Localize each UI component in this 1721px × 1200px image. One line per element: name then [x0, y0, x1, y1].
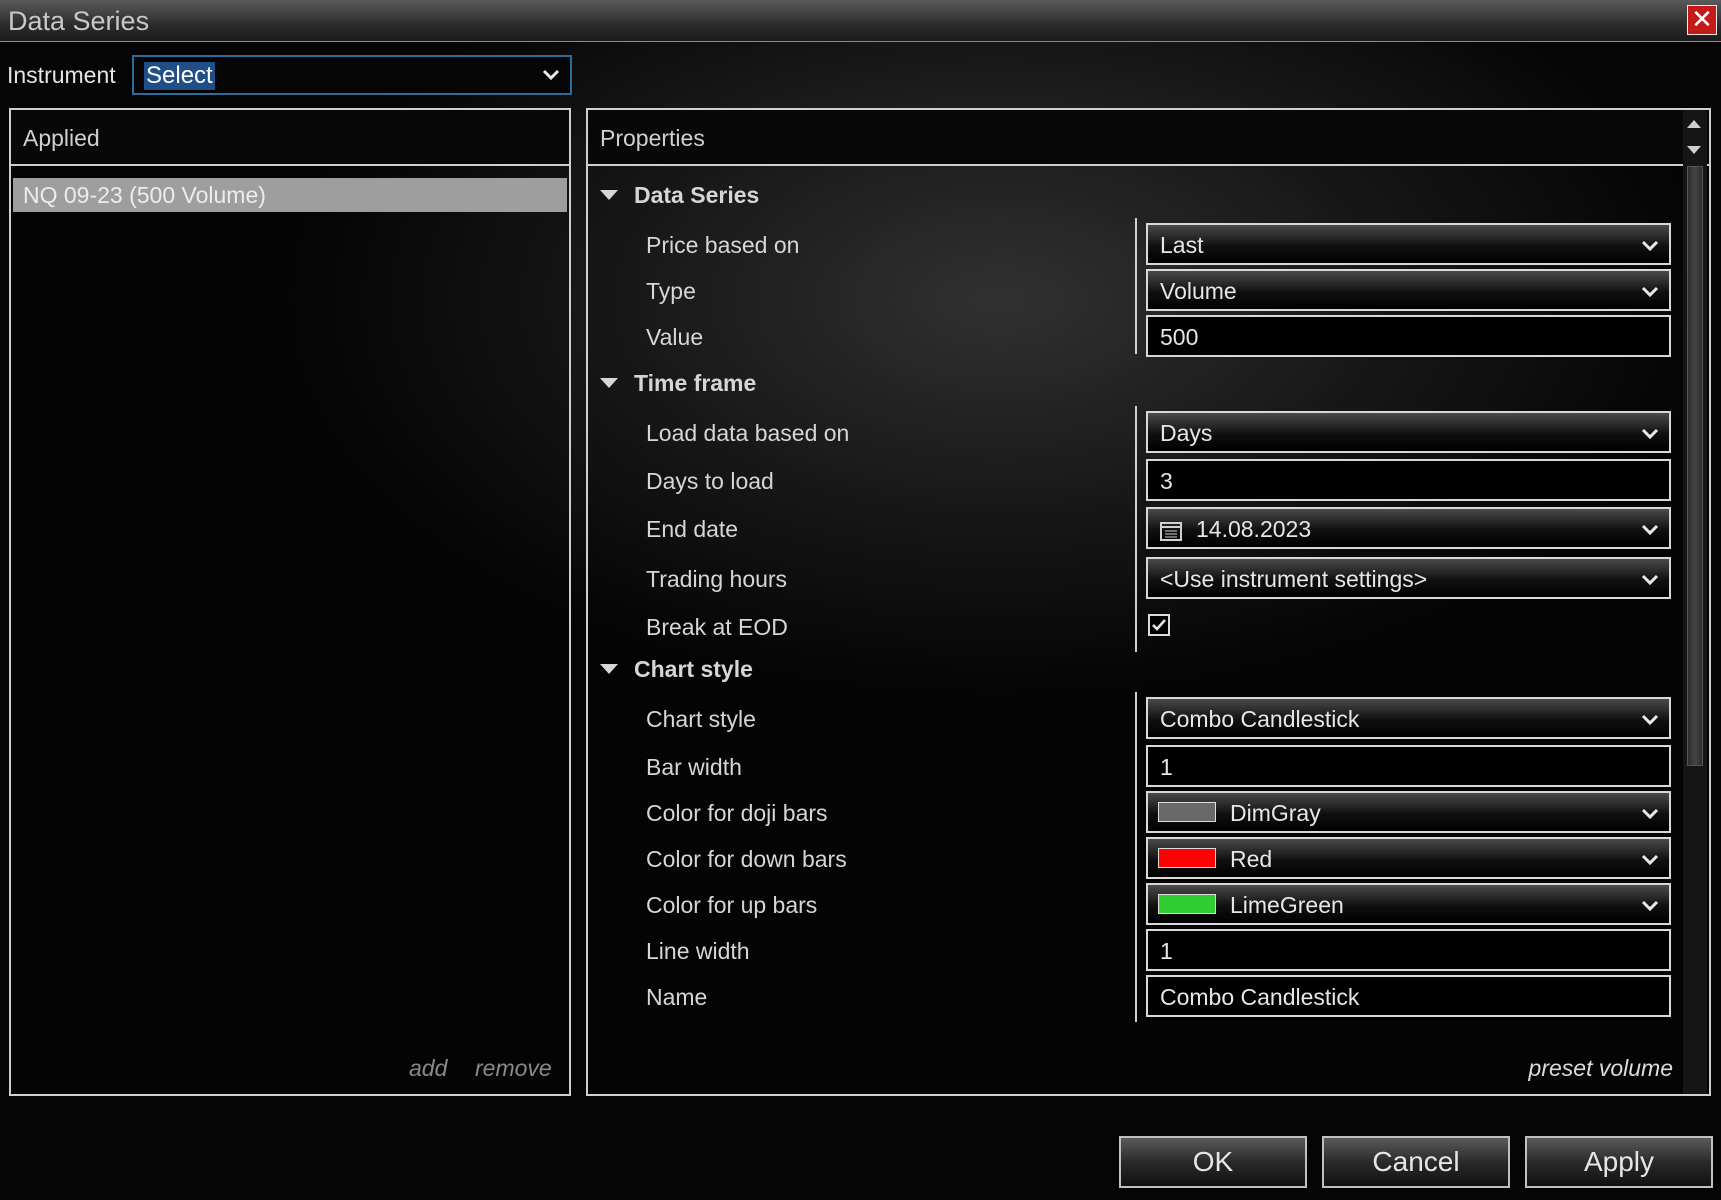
applied-header-label: Applied: [23, 125, 100, 151]
triangle-down-icon: [600, 664, 618, 674]
triangle-down-icon: [600, 378, 618, 388]
add-link[interactable]: add: [409, 1055, 447, 1082]
bar-width-input[interactable]: 1: [1146, 745, 1671, 787]
days-to-load-label: Days to load: [646, 468, 774, 494]
trading-hours-value: <Use instrument settings>: [1160, 566, 1428, 592]
title-bar[interactable]: Data Series ✕: [0, 0, 1721, 42]
trading-hours-select[interactable]: <Use instrument settings>: [1146, 557, 1671, 599]
grid-divider: [1135, 692, 1137, 1022]
apply-button[interactable]: Apply: [1525, 1136, 1713, 1188]
end-date-label: End date: [646, 516, 739, 542]
type-label: Type: [646, 278, 696, 304]
chart-style-value: Combo Candlestick: [1160, 706, 1360, 732]
grid-divider: [1135, 218, 1137, 354]
load-data-based-on-select[interactable]: Days: [1146, 411, 1671, 453]
close-button[interactable]: ✕: [1687, 5, 1717, 35]
chevron-down-icon: [1641, 283, 1659, 301]
color-doji-select[interactable]: DimGray: [1146, 791, 1671, 833]
color-swatch-limegreen: [1158, 894, 1216, 914]
properties-header-label: Properties: [600, 125, 705, 151]
window-title: Data Series: [8, 6, 150, 36]
color-down-value: Red: [1230, 846, 1273, 872]
scroll-down-arrow-icon[interactable]: [1687, 146, 1701, 154]
color-up-value: LimeGreen: [1230, 892, 1344, 918]
chevron-down-icon: [1641, 851, 1659, 869]
price-based-on-value: Last: [1160, 232, 1204, 258]
end-date-value: 14.08.2023: [1196, 516, 1312, 542]
grid-divider: [1135, 406, 1137, 652]
preset-link[interactable]: preset volume: [1529, 1055, 1673, 1082]
trading-hours-label: Trading hours: [646, 566, 788, 592]
chevron-down-icon: [1641, 571, 1659, 589]
section-chart-style[interactable]: Chart style: [600, 656, 753, 683]
instrument-label: Instrument: [7, 62, 116, 88]
chevron-down-icon: [1641, 521, 1659, 539]
name-value: Combo Candlestick: [1160, 984, 1360, 1010]
applied-header: Applied: [11, 110, 569, 166]
close-icon: ✕: [1691, 4, 1713, 34]
section-time-frame[interactable]: Time frame: [600, 370, 756, 397]
days-to-load-value: 3: [1160, 468, 1173, 494]
cancel-button[interactable]: Cancel: [1322, 1136, 1510, 1188]
section-data-series[interactable]: Data Series: [600, 182, 759, 209]
bar-width-value: 1: [1160, 754, 1173, 780]
chevron-down-icon: [542, 66, 560, 84]
chevron-down-icon: [1641, 425, 1659, 443]
break-at-eod-checkbox[interactable]: [1148, 614, 1170, 636]
scroll-thumb[interactable]: [1687, 166, 1703, 766]
calendar-icon[interactable]: [1160, 520, 1182, 547]
end-date-picker[interactable]: 14.08.2023: [1146, 507, 1671, 549]
section-chart-style-title: Chart style: [634, 656, 753, 682]
color-doji-value: DimGray: [1230, 800, 1321, 826]
chart-style-label: Chart style: [646, 706, 756, 732]
name-input[interactable]: Combo Candlestick: [1146, 975, 1671, 1017]
color-up-label: Color for up bars: [646, 892, 818, 918]
price-based-on-label: Price based on: [646, 232, 800, 258]
section-data-series-title: Data Series: [634, 182, 760, 208]
color-doji-label: Color for doji bars: [646, 800, 828, 826]
days-to-load-input[interactable]: 3: [1146, 459, 1671, 501]
line-width-label: Line width: [646, 938, 750, 964]
checkmark-icon: [1152, 619, 1166, 631]
value-label: Value: [646, 324, 704, 350]
chevron-down-icon: [1641, 805, 1659, 823]
color-swatch-red: [1158, 848, 1216, 868]
applied-panel: Applied NQ 09-23 (500 Volume) add remove: [9, 108, 571, 1096]
value-input[interactable]: 500: [1146, 315, 1671, 357]
break-at-eod-label: Break at EOD: [646, 614, 788, 640]
ok-button[interactable]: OK: [1119, 1136, 1307, 1188]
scroll-up-arrow-icon[interactable]: [1687, 120, 1701, 128]
chevron-down-icon: [1641, 237, 1659, 255]
instrument-select-value: Select: [144, 62, 215, 90]
line-width-input[interactable]: 1: [1146, 929, 1671, 971]
color-swatch-dimgray: [1158, 802, 1216, 822]
chevron-down-icon: [1641, 897, 1659, 915]
value-input-value: 500: [1160, 324, 1199, 350]
chart-style-select[interactable]: Combo Candlestick: [1146, 697, 1671, 739]
type-value: Volume: [1160, 278, 1237, 304]
color-up-select[interactable]: LimeGreen: [1146, 883, 1671, 925]
instrument-select[interactable]: Select: [132, 55, 572, 95]
bar-width-label: Bar width: [646, 754, 742, 780]
data-series-window: Data Series ✕ Instrument Select Applied …: [0, 0, 1721, 1200]
section-time-frame-title: Time frame: [634, 370, 757, 396]
name-label: Name: [646, 984, 708, 1010]
remove-link[interactable]: remove: [475, 1055, 552, 1082]
properties-panel: Properties Data Series Price based on La…: [586, 108, 1711, 1096]
color-down-select[interactable]: Red: [1146, 837, 1671, 879]
chevron-down-icon: [1641, 711, 1659, 729]
load-data-based-on-label: Load data based on: [646, 420, 850, 446]
triangle-down-icon: [600, 190, 618, 200]
color-down-label: Color for down bars: [646, 846, 847, 872]
properties-header: Properties: [588, 110, 1709, 166]
properties-scrollbar[interactable]: [1683, 110, 1707, 1094]
line-width-value: 1: [1160, 938, 1173, 964]
type-select[interactable]: Volume: [1146, 269, 1671, 311]
price-based-on-select[interactable]: Last: [1146, 223, 1671, 265]
load-data-based-on-value: Days: [1160, 420, 1213, 446]
applied-list-item[interactable]: NQ 09-23 (500 Volume): [13, 178, 567, 212]
